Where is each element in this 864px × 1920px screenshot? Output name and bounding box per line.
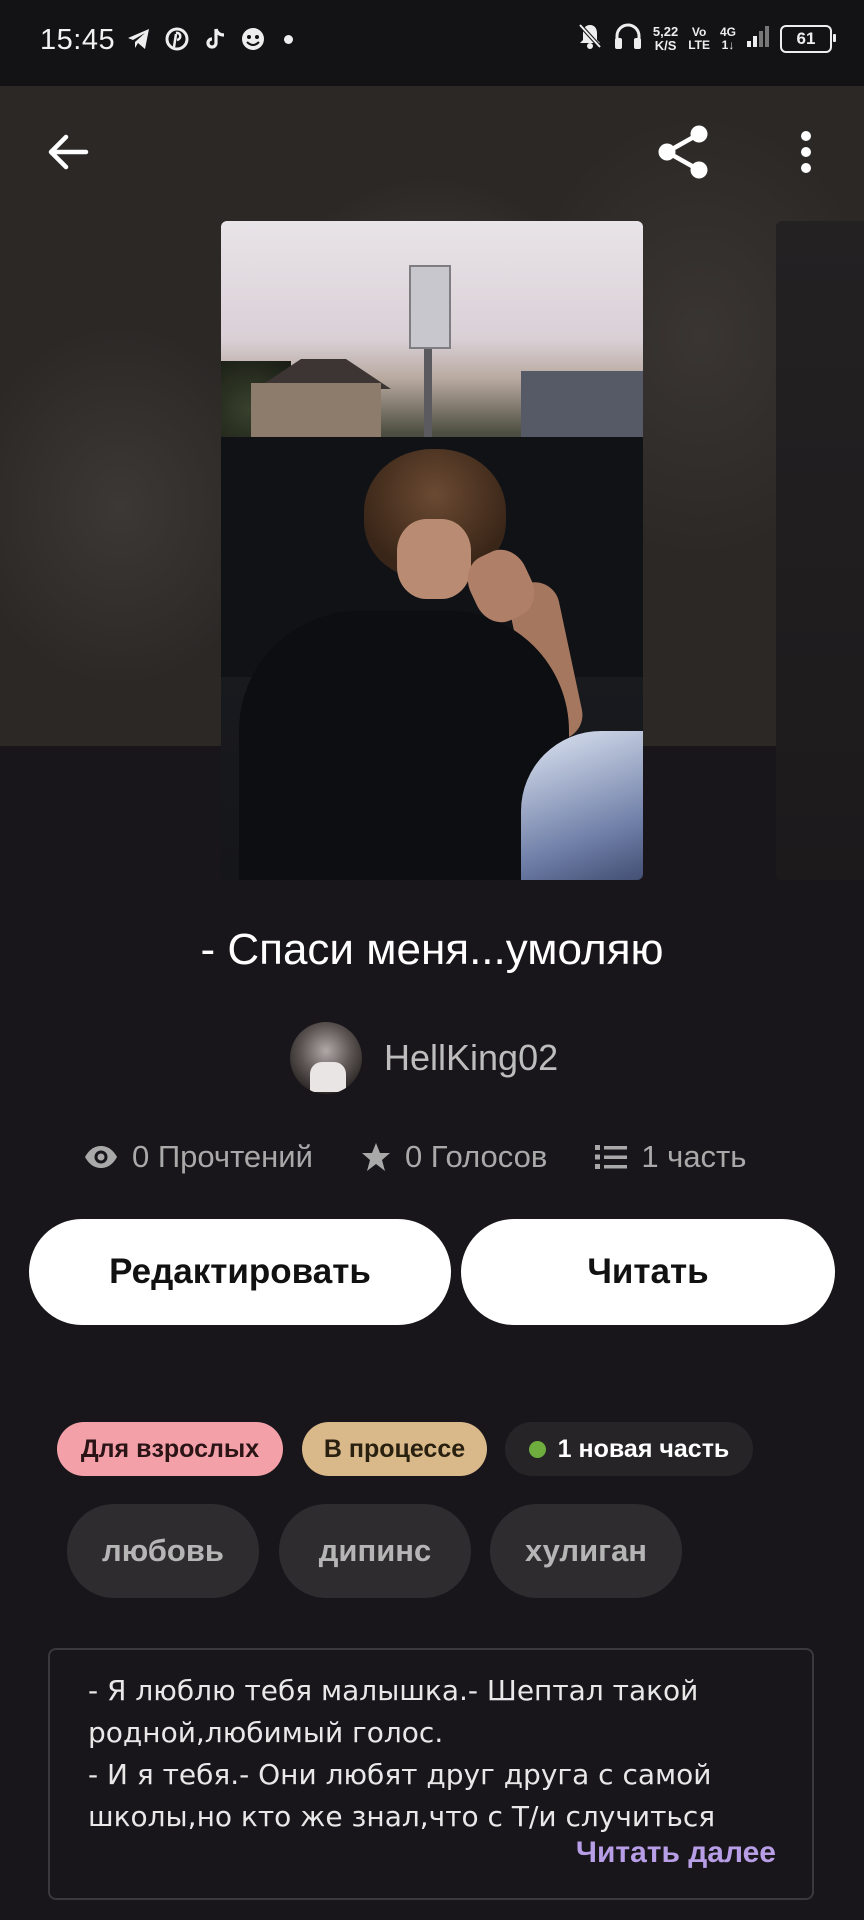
tag-chip[interactable]: хулиган (490, 1504, 682, 1598)
network-type-bottom: 1↓ (721, 37, 735, 52)
pinterest-icon (164, 26, 190, 52)
list-icon (595, 1145, 628, 1169)
description-line: родной,любимый голос. (88, 1716, 444, 1749)
headphones-icon (613, 22, 643, 55)
status-app-icons (126, 26, 293, 52)
story-title: - Спаси меня...умоляю (200, 925, 664, 974)
volte-top: Vo (691, 24, 707, 39)
network-type: 4G 1↓ (719, 24, 736, 52)
description-line: - И я тебя.- Они любят друг друга с само… (88, 1758, 712, 1791)
reads-stat: 0 Прочтений (84, 1139, 313, 1175)
mature-badge: Для взрослых (57, 1422, 283, 1476)
status-time: 15:45 (40, 24, 116, 56)
share-button[interactable] (651, 122, 715, 182)
battery-indicator: 61 (780, 24, 836, 53)
tag-chip[interactable]: дипинс (279, 1504, 471, 1598)
votes-count: 0 Голосов (404, 1139, 548, 1174)
description-line: школы,но кто же знал,что с Т/и случиться (88, 1800, 716, 1833)
story-cover-image[interactable] (221, 221, 643, 880)
arrow-left-icon (48, 134, 89, 170)
star-icon (361, 1143, 390, 1171)
status-right-indicators: 5,22 K/S Vo LTE 4G 1↓ 61 (577, 22, 836, 55)
story-description: - Я люблю тебя малышка.- Шептал такой ро… (48, 1648, 814, 1900)
network-speed-unit: K/S (654, 37, 677, 53)
read-button[interactable]: Читать (461, 1219, 835, 1325)
more-options-button[interactable] (776, 122, 836, 182)
next-story-cover-peek[interactable] (776, 221, 864, 880)
reads-count: 0 Прочтений (132, 1139, 313, 1174)
author-name[interactable]: HellKing02 (384, 1037, 558, 1079)
edit-button[interactable]: Редактировать (29, 1219, 451, 1325)
status-badge: В процессе (302, 1422, 487, 1476)
votes-stat: 0 Голосов (361, 1139, 547, 1175)
telegram-icon (126, 26, 152, 52)
share-icon (658, 125, 708, 179)
new-indicator-dot (528, 1440, 546, 1458)
mute-bell-icon (577, 22, 603, 55)
new-part-badge: 1 новая часть (505, 1422, 753, 1476)
network-speed: 5,22 K/S (652, 23, 679, 53)
parts-stat: 1 часть (595, 1139, 746, 1175)
signal-icon (746, 24, 770, 53)
notification-dot (284, 34, 293, 44)
new-part-label: 1 новая часть (557, 1434, 730, 1463)
parts-count: 1 часть (641, 1139, 747, 1174)
tiktok-icon (202, 26, 228, 52)
back-button[interactable] (38, 122, 98, 182)
eye-icon (85, 1146, 117, 1168)
tag-chip[interactable]: любовь (67, 1504, 259, 1598)
description-text: - Я люблю тебя малышка.- Шептал такой ро… (88, 1670, 788, 1838)
description-line: - Я люблю тебя малышка.- Шептал такой (88, 1674, 699, 1707)
volte-indicator: Vo LTE (688, 24, 710, 52)
volte-bottom: LTE (688, 37, 710, 52)
author-avatar[interactable] (290, 1022, 362, 1094)
more-vertical-icon (801, 131, 811, 173)
status-bar: 15:45 5,22 K/S Vo LTE 4G 1↓ 61 (0, 0, 864, 86)
author-row[interactable]: HellKing02 (290, 1022, 558, 1094)
network-type-top: 4G (719, 24, 736, 39)
emoji-app-icon (240, 26, 266, 52)
network-speed-value: 5,22 (652, 23, 679, 39)
read-more-link[interactable]: Читать далее (576, 1836, 776, 1870)
story-stats: 0 Прочтений 0 Голосов 1 часть (84, 1139, 746, 1175)
